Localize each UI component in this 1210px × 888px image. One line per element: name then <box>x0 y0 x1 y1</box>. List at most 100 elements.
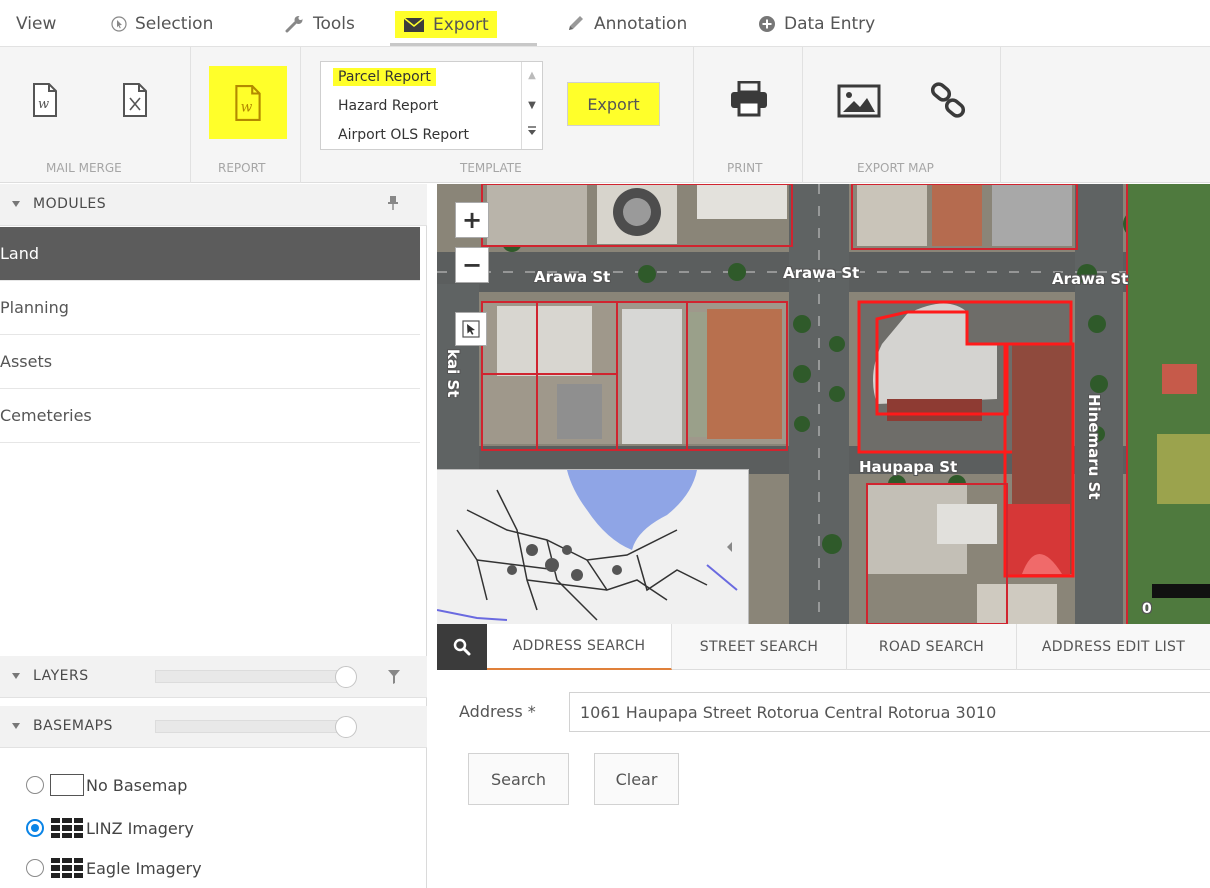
basemap-option-linz-imagery[interactable]: LINZ Imagery <box>26 815 194 841</box>
template-item-hazard-report[interactable]: Hazard Report <box>333 97 443 115</box>
left-panel: MODULES Land Planning Assets Cemeteries … <box>0 184 427 888</box>
module-item-label: Land <box>0 244 40 263</box>
export-button[interactable]: Export <box>567 82 660 126</box>
basemap-radio[interactable] <box>26 819 44 837</box>
basemap-option-eagle-imagery[interactable]: Eagle Imagery <box>26 855 202 881</box>
menu-annotation-label: Annotation <box>594 14 688 34</box>
mail-merge-excel-button[interactable] <box>120 80 150 120</box>
basemap-radio[interactable] <box>26 776 44 794</box>
dropdown-expand-icon[interactable] <box>522 120 542 142</box>
menu-data-entry-label: Data Entry <box>784 14 876 34</box>
pencil-icon <box>569 16 583 30</box>
menu-view[interactable]: View <box>16 10 56 38</box>
scale-bar-zero-label: 0 <box>1142 601 1152 617</box>
menu-data-entry[interactable]: Data Entry <box>758 10 875 38</box>
group-label-report: REPORT <box>218 161 266 175</box>
template-item-airport-ols-report[interactable]: Airport OLS Report <box>333 126 474 144</box>
menu-annotation[interactable]: Annotation <box>566 10 687 38</box>
print-button[interactable] <box>728 79 770 119</box>
menu-tools[interactable]: Tools <box>285 10 355 38</box>
address-input[interactable] <box>569 692 1210 732</box>
layers-opacity-slider[interactable] <box>155 670 355 683</box>
module-item-label: Assets <box>0 352 53 371</box>
export-map-image-button[interactable] <box>836 81 882 121</box>
menu-selection[interactable]: Selection <box>111 10 213 38</box>
layers-title: LAYERS <box>33 668 89 684</box>
group-separator <box>1000 47 1001 183</box>
filter-icon[interactable] <box>388 670 400 684</box>
basemap-option-none[interactable]: No Basemap <box>26 772 187 798</box>
cursor-icon <box>111 16 127 32</box>
menu-tools-label: Tools <box>313 14 355 34</box>
excel-document-icon <box>123 83 147 117</box>
plus-circle-icon <box>759 16 775 32</box>
group-label-print: PRINT <box>727 161 763 175</box>
tab-address-edit-list[interactable]: ADDRESS EDIT LIST <box>1017 624 1210 670</box>
street-label: Arawa St <box>783 264 860 282</box>
zoom-out-button[interactable]: − <box>455 247 489 283</box>
collapse-caret-icon[interactable] <box>12 201 20 207</box>
layers-opacity-slider-handle[interactable] <box>335 666 357 688</box>
group-separator <box>190 47 191 183</box>
basemap-radio[interactable] <box>26 859 44 877</box>
template-list-scrollbar[interactable]: ▲ ▼ <box>521 62 542 149</box>
modules-title: MODULES <box>33 196 107 212</box>
street-label: Arawa St <box>534 268 611 286</box>
select-tool-button[interactable] <box>455 312 487 346</box>
modules-header[interactable]: MODULES <box>0 184 427 226</box>
zoom-in-button[interactable]: + <box>455 202 489 238</box>
basemap-option-label: No Basemap <box>86 775 188 795</box>
search-panel: ADDRESS SEARCH STREET SEARCH ROAD SEARCH… <box>437 624 1210 888</box>
svg-text:w: w <box>241 99 253 115</box>
wrench-icon <box>285 16 303 33</box>
module-item-cemeteries[interactable]: Cemeteries <box>0 389 420 443</box>
report-word-button[interactable]: w <box>209 66 287 139</box>
module-item-land[interactable]: Land <box>0 227 420 281</box>
menu-bar: View Selection Tools Export Annotation D… <box>0 0 1210 46</box>
group-label-export-map: EXPORT MAP <box>857 161 934 175</box>
menu-export[interactable]: Export <box>395 11 497 38</box>
printer-icon <box>731 81 767 117</box>
template-item-parcel-report[interactable]: Parcel Report <box>333 68 436 86</box>
tab-street-search[interactable]: STREET SEARCH <box>672 624 847 670</box>
overview-map-image <box>437 470 748 624</box>
overview-map[interactable] <box>437 469 749 624</box>
module-item-label: Planning <box>0 298 69 317</box>
group-separator <box>802 47 803 183</box>
scroll-down-icon[interactable]: ▼ <box>522 94 542 116</box>
module-item-label: Cemeteries <box>0 406 92 425</box>
grid-swatch-icon <box>50 857 84 879</box>
tab-road-search[interactable]: ROAD SEARCH <box>847 624 1017 670</box>
street-label: kai St <box>444 349 462 398</box>
ribbon-toolbar: w MAIL MERGE w REPORT Parcel Report Haza… <box>0 46 1210 183</box>
basemap-opacity-slider-handle[interactable] <box>335 716 357 738</box>
search-tab-bar: ADDRESS SEARCH STREET SEARCH ROAD SEARCH… <box>437 624 1210 670</box>
search-button[interactable]: Search <box>468 753 569 805</box>
export-map-link-button[interactable] <box>927 81 969 121</box>
search-panel-toggle[interactable] <box>437 624 487 670</box>
clear-button[interactable]: Clear <box>594 753 679 805</box>
word-document-icon: w <box>235 84 261 121</box>
scroll-up-icon[interactable]: ▲ <box>522 64 542 86</box>
envelope-icon <box>403 16 425 32</box>
collapse-caret-icon[interactable] <box>12 673 20 679</box>
basemap-option-label: LINZ Imagery <box>86 818 194 838</box>
module-item-planning[interactable]: Planning <box>0 281 420 335</box>
basemaps-title: BASEMAPS <box>33 718 113 734</box>
image-icon <box>837 84 881 118</box>
link-icon <box>930 82 966 118</box>
module-item-assets[interactable]: Assets <box>0 335 420 389</box>
search-icon <box>453 638 471 656</box>
mail-merge-word-button[interactable]: w <box>30 80 60 120</box>
group-separator <box>300 47 301 183</box>
basemaps-header[interactable]: BASEMAPS <box>0 706 427 748</box>
map-view[interactable]: + − Arawa St Arawa St Arawa St Haupapa S… <box>437 184 1210 624</box>
group-separator <box>693 47 694 183</box>
blank-swatch-icon <box>50 774 84 796</box>
template-list[interactable]: Parcel Report Hazard Report Airport OLS … <box>320 61 543 150</box>
tab-address-search[interactable]: ADDRESS SEARCH <box>487 624 672 670</box>
basemap-opacity-slider[interactable] <box>155 720 355 733</box>
layers-header[interactable]: LAYERS <box>0 656 427 698</box>
pin-icon[interactable] <box>387 195 399 211</box>
collapse-caret-icon[interactable] <box>12 723 20 729</box>
